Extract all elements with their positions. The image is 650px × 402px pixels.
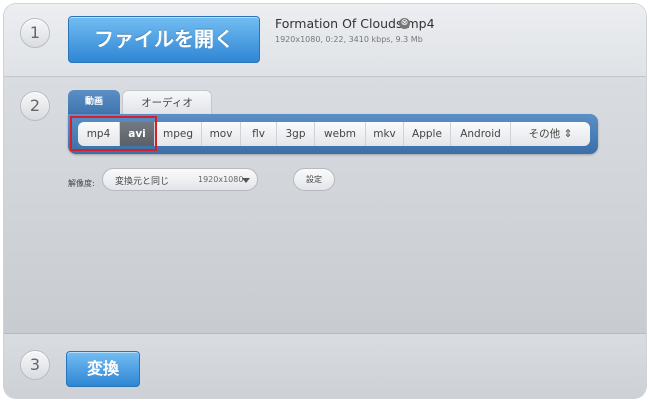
format-other-dropdown[interactable]: その他 ⇕ [511,122,590,146]
format-flv[interactable]: flv [241,122,277,146]
step-open-file: 1 ファイルを開く Formation Of Clouds.mp4 ⊗ 1920… [4,4,646,77]
file-name: Formation Of Clouds.mp4 [275,16,435,31]
resolution-value: 変換元と同じ [115,177,170,187]
tab-video[interactable]: 動画 [68,90,120,114]
format-list: mp4 avi mpeg mov flv 3gp webm mkv Apple … [78,122,590,146]
tab-audio[interactable]: オーディオ [122,90,212,114]
step-number-3: 3 [20,350,50,380]
format-mov[interactable]: mov [202,122,241,146]
format-mpeg[interactable]: mpeg [155,122,202,146]
format-mp4[interactable]: mp4 [78,122,120,146]
step-choose-format: 2 動画 オーディオ mp4 avi mpeg mov flv 3gp webm… [4,77,646,334]
format-3gp[interactable]: 3gp [277,122,315,146]
converter-panel: 1 ファイルを開く Formation Of Clouds.mp4 ⊗ 1920… [4,4,646,398]
resolution-label: 解像度: [68,179,95,188]
step-number-1: 1 [20,18,50,48]
step-convert: 3 変換 [4,334,646,398]
chevron-down-icon [242,178,250,183]
settings-button[interactable]: 設定 [293,168,335,191]
format-avi[interactable]: avi [120,122,155,146]
format-apple[interactable]: Apple [404,122,451,146]
convert-button[interactable]: 変換 [66,351,140,387]
format-bar: mp4 avi mpeg mov flv 3gp webm mkv Apple … [68,114,598,154]
resolution-select[interactable]: 変換元と同じ 1920x1080 [102,168,258,191]
remove-file-icon[interactable]: ⊗ [399,18,410,29]
open-file-button[interactable]: ファイルを開く [68,16,260,63]
file-meta: 1920x1080, 0:22, 3410 kbps, 9.3 Mb [275,35,423,44]
resolution-size: 1920x1080 [198,175,244,184]
step-number-2: 2 [20,91,50,121]
format-mkv[interactable]: mkv [366,122,404,146]
format-android[interactable]: Android [451,122,511,146]
format-webm[interactable]: webm [315,122,366,146]
